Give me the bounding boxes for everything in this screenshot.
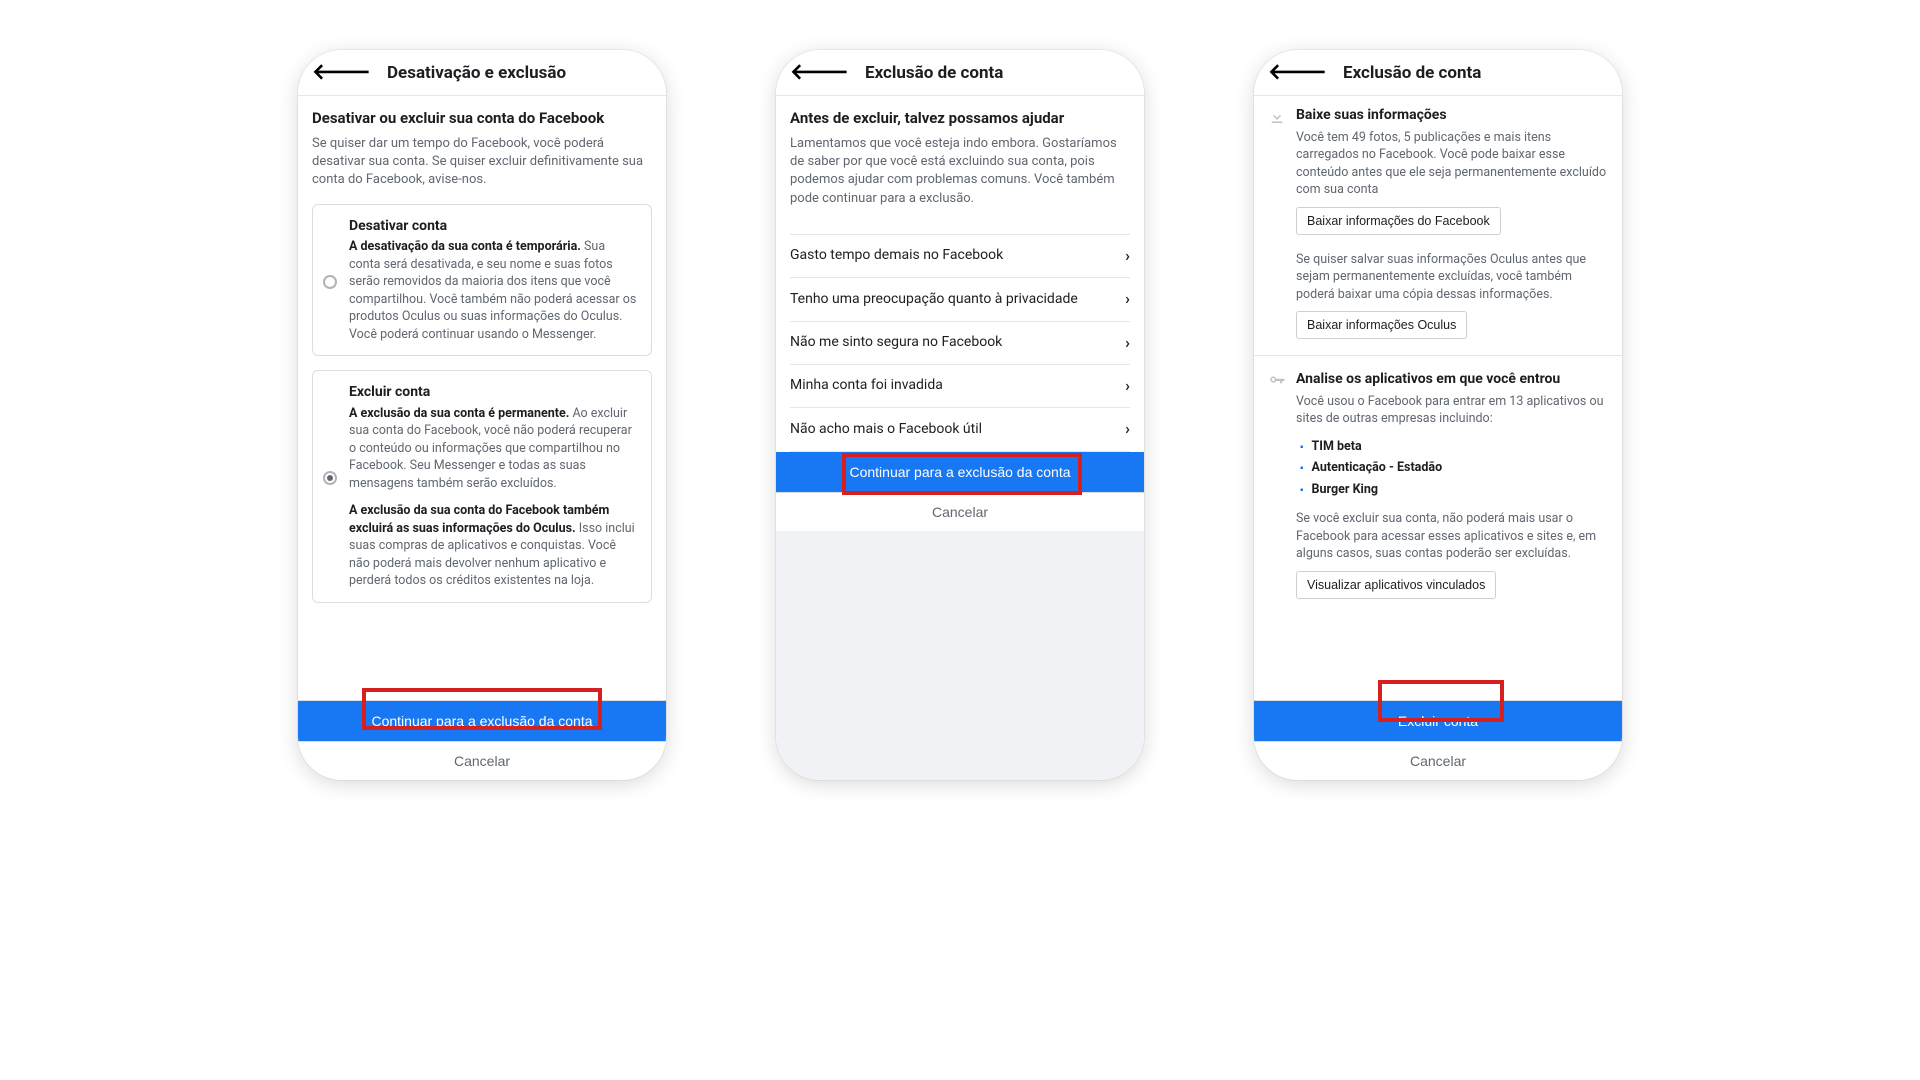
chevron-right-icon: › [1125,375,1130,397]
cancel-button[interactable]: Cancelar [298,741,666,780]
radio-deactivate[interactable] [323,275,337,289]
phone-screen-2: 🡐 Exclusão de conta Antes de excluir, ta… [776,50,1144,780]
app-item: TIM beta [1300,436,1608,458]
continue-delete-button[interactable]: Continuar para a exclusão da conta [298,701,666,741]
option-title: Desativar conta [349,217,639,237]
download-title: Baixe suas informações [1296,106,1608,126]
empty-area [776,531,1144,780]
reason-label: Minha conta foi invadida [790,376,943,396]
option-deactivate[interactable]: Desativar conta A desativação da sua con… [312,204,652,357]
apps-description: Você usou o Facebook para entrar em 13 a… [1296,393,1608,428]
content-area: Antes de excluir, talvez possamos ajudar… [776,96,1144,780]
reason-item[interactable]: Não acho mais o Facebook útil › [790,407,1130,451]
download-info-section: Baixe suas informações Você tem 49 fotos… [1268,106,1608,339]
header: 🡐 Exclusão de conta [1254,50,1622,96]
reason-label: Não acho mais o Facebook útil [790,420,982,440]
phone-screen-3: 🡐 Exclusão de conta Baixe suas informaçõ… [1254,50,1622,780]
bottom-actions: Continuar para a exclusão da conta Cance… [298,700,666,780]
page-description: Se quiser dar um tempo do Facebook, você… [312,135,652,190]
header-title: Desativação e exclusão [387,63,566,83]
reason-list: Gasto tempo demais no Facebook › Tenho um… [790,234,1130,452]
back-icon[interactable]: 🡐 [790,62,849,84]
option-text: A exclusão da sua conta do Facebook tamb… [349,502,639,590]
phone-screen-1: 🡐 Desativação e exclusão Desativar ou ex… [298,50,666,780]
chevron-right-icon: › [1125,332,1130,354]
header: 🡐 Exclusão de conta [776,50,1144,96]
reason-label: Não me sinto segura no Facebook [790,333,1002,353]
oculus-description: Se quiser salvar suas informações Oculus… [1296,251,1608,304]
continue-delete-button[interactable]: Continuar para a exclusão da conta [776,452,1144,492]
reason-item[interactable]: Gasto tempo demais no Facebook › [790,234,1130,277]
option-text: A exclusão da sua conta é permanente. Ao… [349,405,639,493]
app-item: Burger King [1300,479,1608,501]
apps-section: Analise os aplicativos em que você entro… [1268,370,1608,599]
apps-title: Analise os aplicativos em que você entro… [1296,370,1608,390]
apps-warning: Se você excluir sua conta, não poderá ma… [1296,510,1608,563]
header: 🡐 Desativação e exclusão [298,50,666,96]
chevron-right-icon: › [1125,288,1130,310]
reason-label: Gasto tempo demais no Facebook [790,246,1003,266]
bottom-actions: Excluir conta Cancelar [1254,700,1622,780]
delete-account-button[interactable]: Excluir conta [1254,701,1622,741]
option-delete[interactable]: Excluir conta A exclusão da sua conta é … [312,370,652,603]
page-heading: Desativar ou excluir sua conta do Facebo… [312,108,652,129]
chevron-right-icon: › [1125,418,1130,440]
header-title: Exclusão de conta [1343,63,1481,83]
chevron-right-icon: › [1125,245,1130,267]
content-area: Baixe suas informações Você tem 49 fotos… [1254,96,1622,700]
download-oculus-button[interactable]: Baixar informações Oculus [1296,311,1467,339]
back-icon[interactable]: 🡐 [1268,62,1327,84]
cancel-button[interactable]: Cancelar [1254,741,1622,780]
header-title: Exclusão de conta [865,63,1003,83]
reason-item[interactable]: Tenho uma preocupação quanto à privacida… [790,277,1130,320]
cancel-button[interactable]: Cancelar [776,492,1144,531]
view-linked-apps-button[interactable]: Visualizar aplicativos vinculados [1296,571,1496,599]
download-icon [1268,106,1296,339]
divider [1254,355,1622,356]
apps-list: TIM beta Autenticação - Estadão Burger K… [1296,436,1608,501]
reason-label: Tenho uma preocupação quanto à privacida… [790,290,1078,310]
radio-delete[interactable] [323,471,337,485]
download-facebook-button[interactable]: Baixar informações do Facebook [1296,207,1501,235]
back-icon[interactable]: 🡐 [312,62,371,84]
app-item: Autenticação - Estadão [1300,457,1608,479]
content-area: Desativar ou excluir sua conta do Facebo… [298,96,666,700]
reason-item[interactable]: Não me sinto segura no Facebook › [790,321,1130,364]
key-icon [1268,370,1296,599]
download-description: Você tem 49 fotos, 5 publicações e mais … [1296,129,1608,199]
page-description: Lamentamos que você esteja indo embora. … [790,135,1130,208]
reason-item[interactable]: Minha conta foi invadida › [790,364,1130,407]
page-heading: Antes de excluir, talvez possamos ajudar [790,108,1130,129]
option-text: A desativação da sua conta é temporária.… [349,238,639,343]
option-title: Excluir conta [349,383,639,403]
